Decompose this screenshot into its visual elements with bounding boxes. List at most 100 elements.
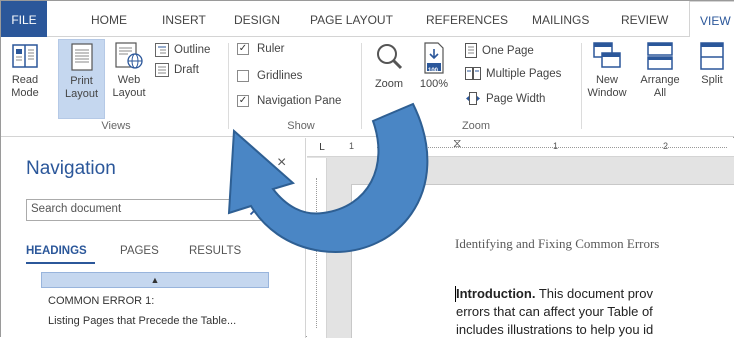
new-window-label-1: New [595, 74, 618, 86]
outline-icon [155, 43, 169, 57]
tab-view[interactable]: VIEW [689, 1, 734, 38]
read-mode-label-1: Read [11, 74, 39, 86]
search-placeholder: Search document [31, 203, 122, 215]
new-window-icon [593, 42, 621, 68]
multiple-pages-button[interactable]: Multiple Pages [465, 67, 561, 80]
ruler-ticks [316, 178, 317, 328]
gridlines-check-icon[interactable] [237, 70, 249, 82]
print-layout-icon [70, 43, 93, 71]
split-label: Split [701, 74, 723, 86]
vertical-ruler[interactable] [307, 158, 327, 338]
web-layout-label-1: Web [117, 74, 141, 86]
tab-selector[interactable]: L [307, 138, 337, 157]
group-divider [361, 43, 362, 129]
navigation-title: Navigation [26, 158, 116, 179]
selected-heading-bar[interactable]: ▲ [41, 272, 269, 288]
new-window-label-2: Window [587, 87, 627, 99]
ribbon-body: Read Mode Print Layout Web Layout Outlin… [1, 37, 734, 137]
zoom-100-label: 100% [419, 78, 449, 90]
navigation-pane: Navigation × Search document HEADINGS PA… [1, 138, 306, 338]
draft-label: Draft [174, 64, 199, 76]
tab-mailings[interactable]: MAILINGS [532, 1, 589, 37]
tab-file[interactable]: FILE [1, 1, 47, 37]
zoom-label: Zoom [374, 78, 404, 90]
navigation-pane-label: Navigation Pane [257, 95, 342, 107]
horizontal-ruler[interactable]: 1 ⧖ 1 2 [337, 136, 734, 157]
outline-button[interactable]: Outline [155, 43, 210, 57]
one-page-icon [465, 43, 477, 58]
ruler-mark: 1 [553, 141, 559, 151]
zoom-button[interactable]: Zoom [371, 41, 407, 91]
new-window-button[interactable]: New Window [587, 41, 627, 100]
multiple-pages-label: Multiple Pages [486, 67, 562, 80]
draft-icon [155, 63, 169, 77]
zoom-group-label: Zoom [461, 120, 491, 132]
tab-review[interactable]: REVIEW [621, 1, 668, 37]
page-width-label: Page Width [486, 92, 546, 105]
arrange-all-label-2: All [653, 87, 667, 99]
group-divider [228, 43, 229, 129]
split-icon [700, 42, 724, 70]
read-mode-icon [12, 44, 38, 68]
tab-page-layout[interactable]: PAGE LAYOUT [310, 1, 393, 37]
tab-design[interactable]: DESIGN [234, 1, 280, 37]
read-mode-button[interactable]: Read Mode [5, 41, 45, 100]
active-tab-indicator [26, 262, 95, 264]
zoom-100-button[interactable]: 100 100% [416, 41, 452, 91]
search-icon[interactable] [249, 202, 263, 216]
print-layout-label-1: Print [70, 75, 93, 87]
multiple-pages-icon [465, 67, 481, 80]
heading-item[interactable]: COMMON ERROR 1: [48, 295, 154, 307]
read-mode-label-2: Mode [11, 87, 39, 99]
tab-results[interactable]: RESULTS [189, 245, 241, 257]
tab-headings[interactable]: HEADINGS [26, 245, 87, 257]
tab-home[interactable]: HOME [91, 1, 127, 37]
intro-text: This document prov [535, 286, 653, 301]
tab-pages[interactable]: PAGES [120, 245, 159, 257]
web-layout-icon [115, 42, 143, 69]
close-icon[interactable]: × [277, 154, 286, 172]
ribbon-tab-bar: FILE HOME INSERT DESIGN PAGE LAYOUT REFE… [1, 1, 734, 38]
magnifier-icon [377, 44, 403, 70]
document-area: L 1 ⧖ 1 2 Identifying and Fixing Common … [307, 136, 734, 338]
collapse-up-icon[interactable]: ▲ [151, 275, 160, 285]
navigation-pane-check-icon[interactable]: ✓ [237, 95, 249, 107]
show-group-label: Show [287, 120, 315, 132]
search-document-input[interactable]: Search document [26, 199, 271, 221]
zoom-100-badge: 100 [428, 68, 439, 74]
tab-references[interactable]: REFERENCES [426, 1, 508, 37]
one-page-label: One Page [482, 44, 534, 57]
outline-label: Outline [174, 44, 211, 56]
gridlines-checkbox[interactable]: Gridlines [237, 70, 302, 82]
ruler-mark: 2 [663, 141, 669, 151]
web-layout-button[interactable]: Web Layout [107, 41, 151, 100]
ruler-mark: 1 [349, 141, 355, 151]
gridlines-label: Gridlines [257, 70, 303, 82]
arrange-all-label-1: Arrange [640, 74, 680, 86]
arrange-all-icon [647, 42, 673, 70]
intro-bold: Introduction. [456, 286, 536, 301]
split-button[interactable]: Split [693, 41, 731, 87]
ruler-ticks [377, 147, 727, 148]
ruler-check-icon[interactable]: ✓ [237, 43, 249, 55]
draft-button[interactable]: Draft [155, 63, 199, 77]
ruler-checkbox[interactable]: ✓ Ruler [237, 43, 284, 55]
heading-item[interactable]: Listing Pages that Precede the Table... [48, 315, 236, 327]
arrange-all-button[interactable]: Arrange All [639, 41, 681, 100]
ruler-label: Ruler [257, 43, 285, 55]
group-divider [581, 43, 582, 129]
navigation-pane-checkbox[interactable]: ✓ Navigation Pane [237, 95, 341, 107]
document-line: errors that can affect your Table of [456, 304, 653, 319]
print-layout-label-2: Layout [64, 88, 99, 100]
views-group-label: Views [101, 120, 131, 132]
document-line: includes illustrations to help you id [456, 322, 654, 337]
indent-marker-icon[interactable]: ⧖ [453, 136, 461, 151]
web-layout-label-2: Layout [112, 87, 146, 99]
document-line: Introduction. This document prov [456, 286, 653, 301]
one-page-button[interactable]: One Page [465, 43, 534, 58]
page-width-button[interactable]: Page Width [465, 92, 545, 105]
page-width-icon [466, 92, 480, 105]
print-layout-button[interactable]: Print Layout [58, 39, 105, 119]
document-heading: Identifying and Fixing Common Errors [455, 236, 660, 251]
tab-insert[interactable]: INSERT [162, 1, 206, 37]
